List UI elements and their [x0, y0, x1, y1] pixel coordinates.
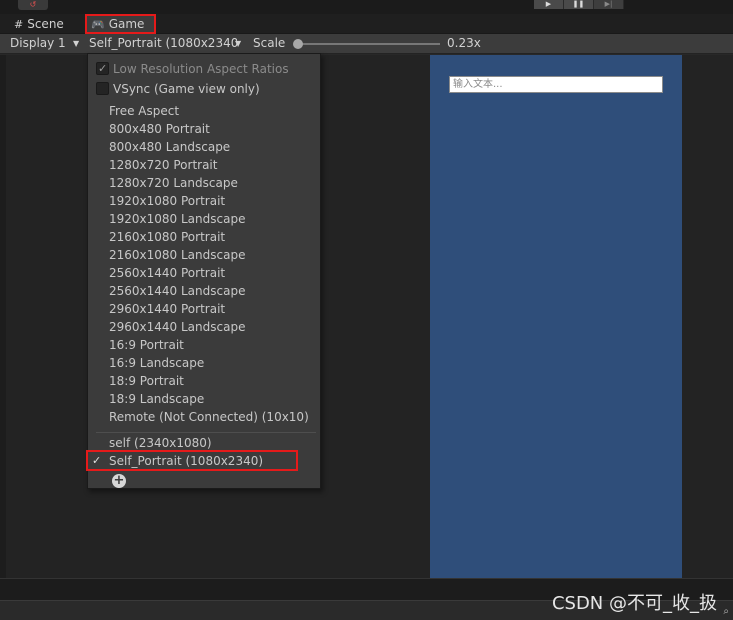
menu-item-remote[interactable]: Remote (Not Connected) (10x10) — [88, 408, 320, 426]
game-text-input[interactable]: 输入文本... — [449, 76, 663, 93]
play-button[interactable]: ▶ — [534, 0, 564, 9]
menu-item-2960x1440-landscape[interactable]: 2960x1440 Landscape — [88, 318, 320, 336]
vsync-option[interactable]: VSync (Game view only) — [88, 80, 320, 98]
menu-item-1920x1080-portrait[interactable]: 1920x1080 Portrait — [88, 192, 320, 210]
aspect-ratio-menu: ✓ Low Resolution Aspect Ratios VSync (Ga… — [87, 53, 321, 489]
low-res-label: Low Resolution Aspect Ratios — [113, 62, 289, 76]
menu-item-label: 18:9 Landscape — [109, 392, 205, 406]
tab-game-label: Game — [108, 17, 145, 31]
menu-item-1280x720-landscape[interactable]: 1280x720 Landscape — [88, 174, 320, 192]
watermark: CSDN @不可_收_扱 — [551, 593, 717, 614]
menu-item-label: 2160x1080 Portrait — [109, 230, 226, 244]
menu-item-label: 2560x1440 Portrait — [109, 266, 226, 280]
menu-item-2160x1080-portrait[interactable]: 2160x1080 Portrait — [88, 228, 320, 246]
menu-item-label: 2960x1440 Landscape — [109, 320, 246, 334]
search-icon[interactable]: ⌕ — [723, 606, 729, 617]
menu-item-label: 1280x720 Portrait — [109, 158, 218, 172]
menu-item-2160x1080-landscape[interactable]: 2160x1080 Landscape — [88, 246, 320, 264]
menu-item-18-9-portrait[interactable]: 18:9 Portrait — [88, 372, 320, 390]
menu-item-label: 16:9 Landscape — [109, 356, 205, 370]
collab-icon[interactable]: ↺ — [18, 0, 48, 10]
add-aspect-icon[interactable]: + — [112, 474, 126, 488]
vsync-checkbox[interactable] — [96, 82, 109, 95]
menu-separator — [96, 432, 316, 433]
menu-item-label: 1920x1080 Landscape — [109, 212, 246, 226]
menu-item-label: 2560x1440 Landscape — [109, 284, 246, 298]
menu-item-800x480-portrait[interactable]: 800x480 Portrait — [88, 120, 320, 138]
menu-item-label: 2960x1440 Portrait — [109, 302, 226, 316]
low-res-aspect-option[interactable]: ✓ Low Resolution Aspect Ratios — [88, 60, 320, 78]
tab-scene[interactable]: # Scene — [10, 14, 80, 34]
menu-item-label: 800x480 Landscape — [109, 140, 231, 154]
scale-slider-track[interactable] — [298, 43, 440, 45]
scene-grid-icon: # — [14, 18, 24, 31]
menu-item-label: Remote (Not Connected) (10x10) — [109, 410, 309, 424]
menu-item-label: 16:9 Portrait — [109, 338, 184, 352]
game-view-toolbar: Display 1 ▼ Self_Portrait (1080x2340 ▼ S… — [0, 34, 733, 54]
menu-item-18-9-landscape[interactable]: 18:9 Landscape — [88, 390, 320, 408]
display-dropdown[interactable]: Display 1 — [10, 34, 66, 54]
step-button[interactable]: ▶| — [594, 0, 624, 9]
check-icon: ✓ — [98, 62, 108, 75]
chevron-down-icon[interactable]: ▼ — [235, 34, 241, 54]
scale-label: Scale — [253, 36, 286, 50]
view-tab-bar: # Scene 🎮 Game — [0, 14, 733, 34]
game-screen — [430, 55, 682, 579]
menu-item-16-9-landscape[interactable]: 16:9 Landscape — [88, 354, 320, 372]
top-toolbar: ↺ ▶ ❚❚ ▶| — [0, 0, 733, 14]
left-panel-edge — [0, 55, 6, 578]
menu-item-label: Free Aspect — [109, 104, 180, 118]
vsync-label: VSync (Game view only) — [113, 82, 260, 96]
tab-game[interactable]: 🎮 Game — [85, 14, 156, 34]
scale-value: 0.23x — [447, 36, 481, 50]
play-controls: ▶ ❚❚ ▶| — [534, 0, 624, 9]
selected-item-highlight — [86, 450, 298, 471]
menu-item-label: 1920x1080 Portrait — [109, 194, 226, 208]
chevron-down-icon[interactable]: ▼ — [73, 34, 79, 54]
gamepad-icon: 🎮 — [91, 18, 105, 31]
menu-item-2560x1440-landscape[interactable]: 2560x1440 Landscape — [88, 282, 320, 300]
menu-item-label: 2160x1080 Landscape — [109, 248, 246, 262]
scale-slider-handle[interactable] — [293, 39, 303, 49]
pause-button[interactable]: ❚❚ — [564, 0, 594, 9]
menu-item-2960x1440-portrait[interactable]: 2960x1440 Portrait — [88, 300, 320, 318]
aspect-ratio-dropdown[interactable]: Self_Portrait (1080x2340 — [89, 34, 237, 54]
menu-item-label: 800x480 Portrait — [109, 122, 210, 136]
menu-item-2560x1440-portrait[interactable]: 2560x1440 Portrait — [88, 264, 320, 282]
low-res-checkbox[interactable]: ✓ — [96, 62, 109, 75]
menu-item-label: 18:9 Portrait — [109, 374, 184, 388]
menu-item-1280x720-portrait[interactable]: 1280x720 Portrait — [88, 156, 320, 174]
menu-item-free-aspect[interactable]: Free Aspect — [88, 102, 320, 120]
menu-item-1920x1080-landscape[interactable]: 1920x1080 Landscape — [88, 210, 320, 228]
menu-item-800x480-landscape[interactable]: 800x480 Landscape — [88, 138, 320, 156]
tab-scene-label: Scene — [27, 17, 64, 31]
menu-item-label: 1280x720 Landscape — [109, 176, 238, 190]
menu-item-16-9-portrait[interactable]: 16:9 Portrait — [88, 336, 320, 354]
